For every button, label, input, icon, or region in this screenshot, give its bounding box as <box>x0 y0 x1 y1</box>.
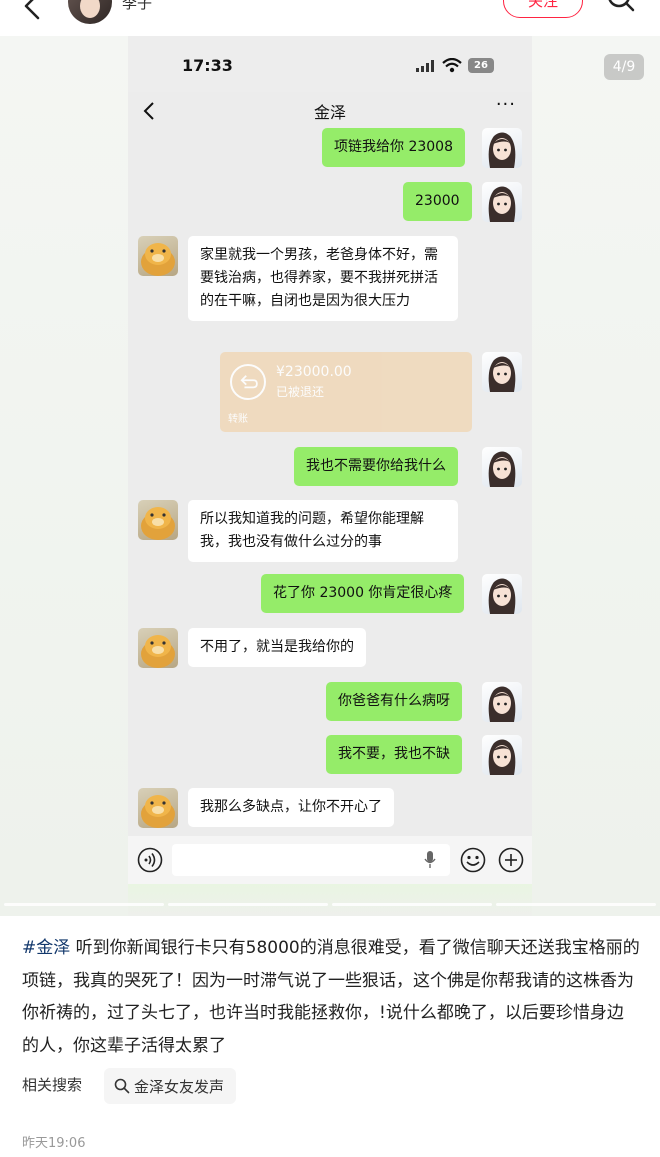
dog-avatar <box>138 628 178 668</box>
message-bubble: 所以我知道我的问题，希望你能理解我，我也没有做什么过分的事 <box>188 500 458 562</box>
progress-segment <box>496 903 656 906</box>
search-icon[interactable] <box>606 0 636 18</box>
follow-button[interactable]: 关注 <box>503 0 583 18</box>
chat-title: 金泽 <box>313 103 346 122</box>
chat-screenshot: 17:33 26 金泽 ··· 项链我给你 23008 23000 家里就我一个… <box>128 36 532 916</box>
dog-avatar <box>138 236 178 276</box>
message-bubble: 不用了，就当是我给你的 <box>188 628 366 667</box>
girl-avatar <box>482 735 522 775</box>
hashtag-link[interactable]: #金泽 <box>22 938 70 958</box>
transfer-amount: ¥23000.00 <box>276 364 352 380</box>
page-indicator: 4/9 <box>604 54 644 80</box>
play-icon <box>617 890 629 906</box>
plus-icon <box>498 847 524 873</box>
phone-status-bar: 17:33 26 <box>128 36 532 92</box>
message-bubble: 23000 <box>403 182 472 221</box>
play-button[interactable] <box>601 878 641 916</box>
search-icon <box>114 1078 130 1094</box>
back-arrow-icon[interactable] <box>18 0 48 22</box>
message-bubble: 花了你 23000 你肯定很心疼 <box>261 574 465 613</box>
author-avatar[interactable] <box>68 0 112 24</box>
girl-avatar <box>482 128 522 168</box>
related-search-text: 金泽女友发声 <box>134 1077 225 1096</box>
progress-segment <box>168 903 328 906</box>
dog-avatar <box>138 500 178 540</box>
chat-input-bar <box>128 836 532 884</box>
post-timestamp: 昨天19:06 <box>22 1136 86 1151</box>
carousel-progress <box>0 903 660 907</box>
progress-segment <box>4 903 164 906</box>
caption-text: 听到你新闻银行卡只有58000的消息很难受，看了微信聊天还送我宝格丽的项链，我真… <box>22 938 640 1056</box>
related-search-label: 相关搜索 <box>22 1076 83 1094</box>
girl-avatar <box>482 682 522 722</box>
message-bubble: 我也不需要你给我什么 <box>294 447 458 486</box>
related-search-chip[interactable]: 金泽女友发声 <box>104 1068 237 1104</box>
scan-icon <box>552 889 570 907</box>
chat-header: 金泽 ··· <box>128 92 532 132</box>
transfer-status: 已被退还 <box>276 385 325 399</box>
emoji-icon <box>460 847 486 873</box>
transfer-card: ¥23000.00 已被退还 转账 <box>220 352 472 432</box>
post-caption: #金泽 听到你新闻银行卡只有58000的消息很难受，看了微信聊天还送我宝格丽的项… <box>22 932 640 1062</box>
author-name[interactable]: 李子 <box>122 0 152 13</box>
transfer-label: 转账 <box>228 414 248 425</box>
message-bubble: 项链我给你 23008 <box>322 128 465 167</box>
message-bubble: 家里就我一个男孩，老爸身体不好，需要钱治病，也得养家，要不我拼死拼活的在干嘛，自… <box>188 236 458 321</box>
progress-segment <box>332 903 492 906</box>
girl-avatar <box>482 352 522 392</box>
image-search-button[interactable] <box>541 878 581 916</box>
dog-avatar <box>138 788 178 828</box>
chat-text-input <box>172 844 450 876</box>
mic-icon <box>424 851 436 868</box>
post-page: 李子 关注 4/9 17:33 26 金泽 ··· 项链我给你 23008 23… <box>0 0 660 1157</box>
returned-transfer-icon <box>230 364 266 400</box>
message-bubble: 我不要，我也不缺 <box>326 735 462 774</box>
message-bubble: 我那么多缺点，让你不开心了 <box>188 788 394 827</box>
status-time: 17:33 <box>182 56 233 75</box>
screenshot-bottom <box>128 884 532 916</box>
battery-indicator: 26 <box>468 58 494 73</box>
signal-icon <box>416 60 434 72</box>
girl-avatar <box>482 182 522 222</box>
girl-avatar <box>482 447 522 487</box>
girl-avatar <box>482 574 522 614</box>
wifi-icon <box>442 58 462 73</box>
chat-more-icon: ··· <box>495 94 516 115</box>
media-carousel[interactable]: 4/9 17:33 26 金泽 ··· 项链我给你 23008 23000 家里… <box>0 36 660 916</box>
top-bar: 李子 关注 <box>0 0 660 36</box>
message-bubble: 你爸爸有什么病呀 <box>326 682 462 721</box>
voice-icon <box>137 847 163 873</box>
